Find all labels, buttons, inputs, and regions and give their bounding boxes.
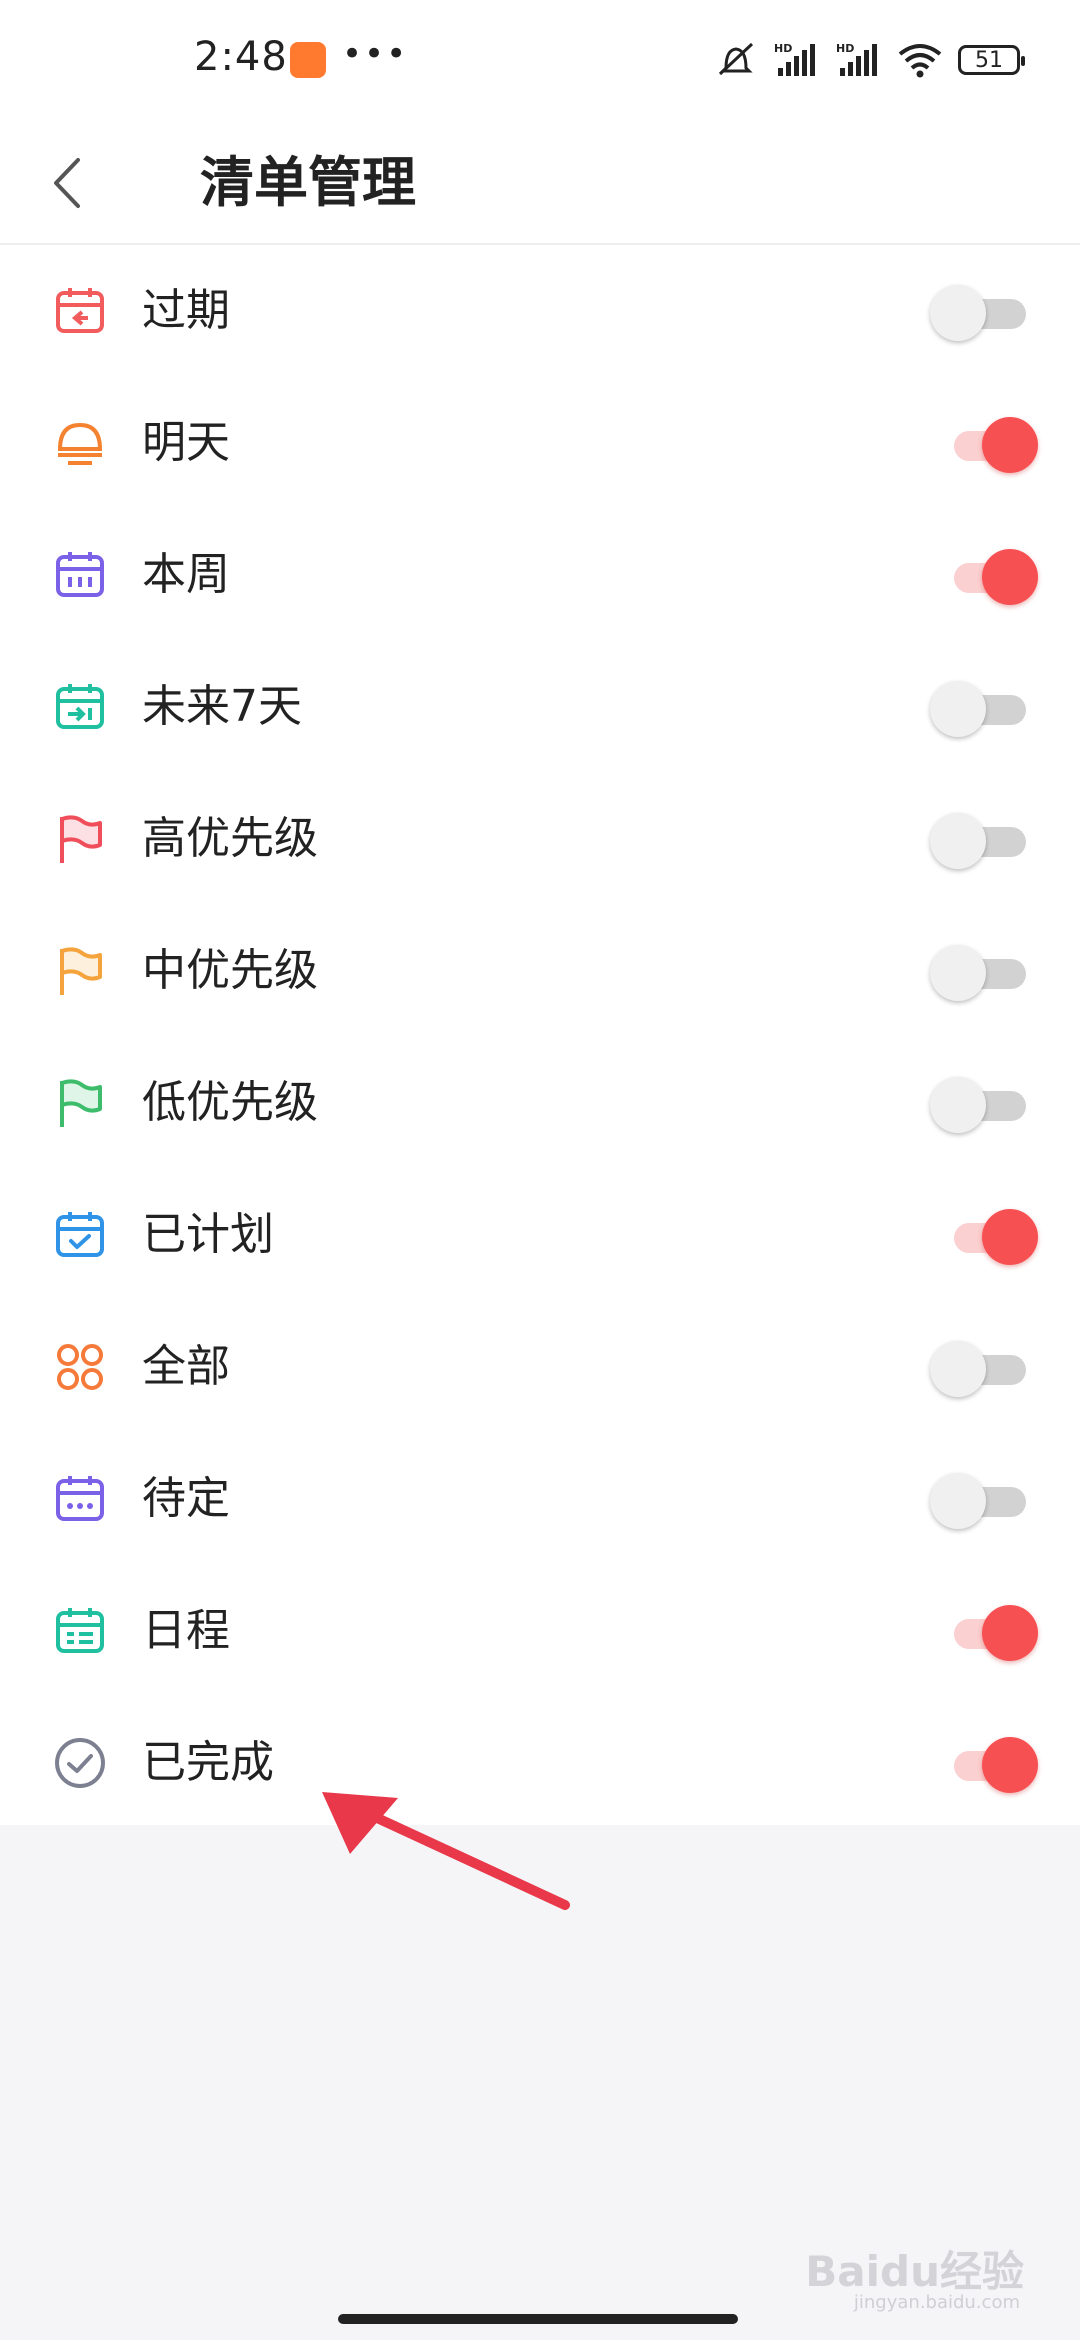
- list-item-this-week[interactable]: 本周: [0, 509, 1080, 641]
- calendar-next-icon: [56, 684, 104, 729]
- flag-low-icon: [60, 1079, 102, 1127]
- list-item-label: 未来7天: [142, 681, 302, 732]
- list-item-medium-priority[interactable]: 中优先级: [0, 905, 1080, 1037]
- list-item-label: 待定: [142, 1473, 230, 1524]
- list-item-schedule[interactable]: 日程: [0, 1565, 1080, 1697]
- header: 清单管理: [0, 124, 1080, 244]
- calendar-check-icon: [56, 1212, 104, 1257]
- list-item-label: 已计划: [142, 1209, 274, 1260]
- home-indicator[interactable]: [338, 2314, 738, 2324]
- calendar-week-icon: [56, 552, 104, 597]
- svg-text:HD: HD: [774, 42, 792, 55]
- list-item-next-7-days[interactable]: 未来7天: [0, 641, 1080, 773]
- flag-medium-icon: [60, 947, 102, 995]
- top-area: 2:48 ••• HD HD 51 清单管理: [0, 0, 1080, 245]
- toggle-switch[interactable]: [930, 681, 1028, 737]
- list-item-pending[interactable]: 待定: [0, 1433, 1080, 1565]
- grid-circles-icon: [57, 1344, 103, 1390]
- list-item-label: 已完成: [142, 1737, 274, 1788]
- list-settings: 过期 明天 本周 未来7天 高优先级 中优先级 低优先级 已计划 全部 待定 日…: [0, 245, 1080, 1825]
- watermark: Baidu经验: [805, 2247, 1024, 2296]
- list-item-label: 高优先级: [142, 813, 318, 864]
- toggle-switch[interactable]: [930, 1341, 1028, 1397]
- toggle-switch[interactable]: [930, 1077, 1028, 1133]
- page-title: 清单管理: [200, 151, 416, 214]
- toggle-switch[interactable]: [948, 1209, 1038, 1265]
- toggle-switch[interactable]: [948, 549, 1038, 605]
- battery-icon: 51: [958, 45, 1025, 75]
- list-item-expired[interactable]: 过期: [0, 245, 1080, 377]
- toggle-switch[interactable]: [948, 1605, 1038, 1661]
- hd-signal-icon: HD: [836, 42, 877, 76]
- list-item-label: 中优先级: [142, 945, 318, 996]
- list-item-scheduled[interactable]: 已计划: [0, 1169, 1080, 1301]
- mute-icon: [718, 42, 754, 76]
- list-item-label: 日程: [142, 1605, 230, 1656]
- status-time: 2:48: [194, 34, 288, 80]
- chevron-left-icon[interactable]: [48, 140, 88, 220]
- toggle-switch[interactable]: [930, 1473, 1028, 1529]
- toggle-switch[interactable]: [930, 285, 1028, 341]
- calendar-dots-icon: [56, 1476, 104, 1521]
- list-item-label: 全部: [142, 1341, 230, 1392]
- list-item-low-priority[interactable]: 低优先级: [0, 1037, 1080, 1169]
- toggle-switch[interactable]: [948, 1737, 1038, 1793]
- calendar-expired-icon: [56, 288, 104, 333]
- toggle-switch[interactable]: [930, 945, 1028, 1001]
- hd-signal-icon: HD: [774, 42, 815, 76]
- annotation-arrow-icon: [322, 1792, 570, 1910]
- toggle-switch[interactable]: [930, 813, 1028, 869]
- list-item-high-priority[interactable]: 高优先级: [0, 773, 1080, 905]
- more-notifications-icon: •••: [342, 34, 409, 74]
- flag-high-icon: [60, 815, 102, 863]
- check-circle-icon: [55, 1738, 105, 1788]
- wifi-icon: [898, 44, 942, 78]
- watermark-url: jingyan.baidu.com: [853, 2292, 1020, 2313]
- status-icons: HD HD 51: [714, 40, 1025, 80]
- list-item-label: 明天: [142, 417, 230, 468]
- list-item-tomorrow[interactable]: 明天: [0, 377, 1080, 509]
- list-item-label: 低优先级: [142, 1077, 318, 1128]
- calendar-list-icon: [56, 1608, 104, 1653]
- notification-app-icon: [290, 42, 326, 78]
- status-bar: 2:48 ••• HD HD 51: [0, 0, 1080, 124]
- list-item-all[interactable]: 全部: [0, 1301, 1080, 1433]
- list-item-label: 本周: [142, 549, 230, 600]
- toggle-switch[interactable]: [948, 417, 1038, 473]
- list-item-label: 过期: [142, 285, 230, 336]
- svg-text:HD: HD: [836, 42, 854, 55]
- sunrise-icon: [57, 422, 103, 465]
